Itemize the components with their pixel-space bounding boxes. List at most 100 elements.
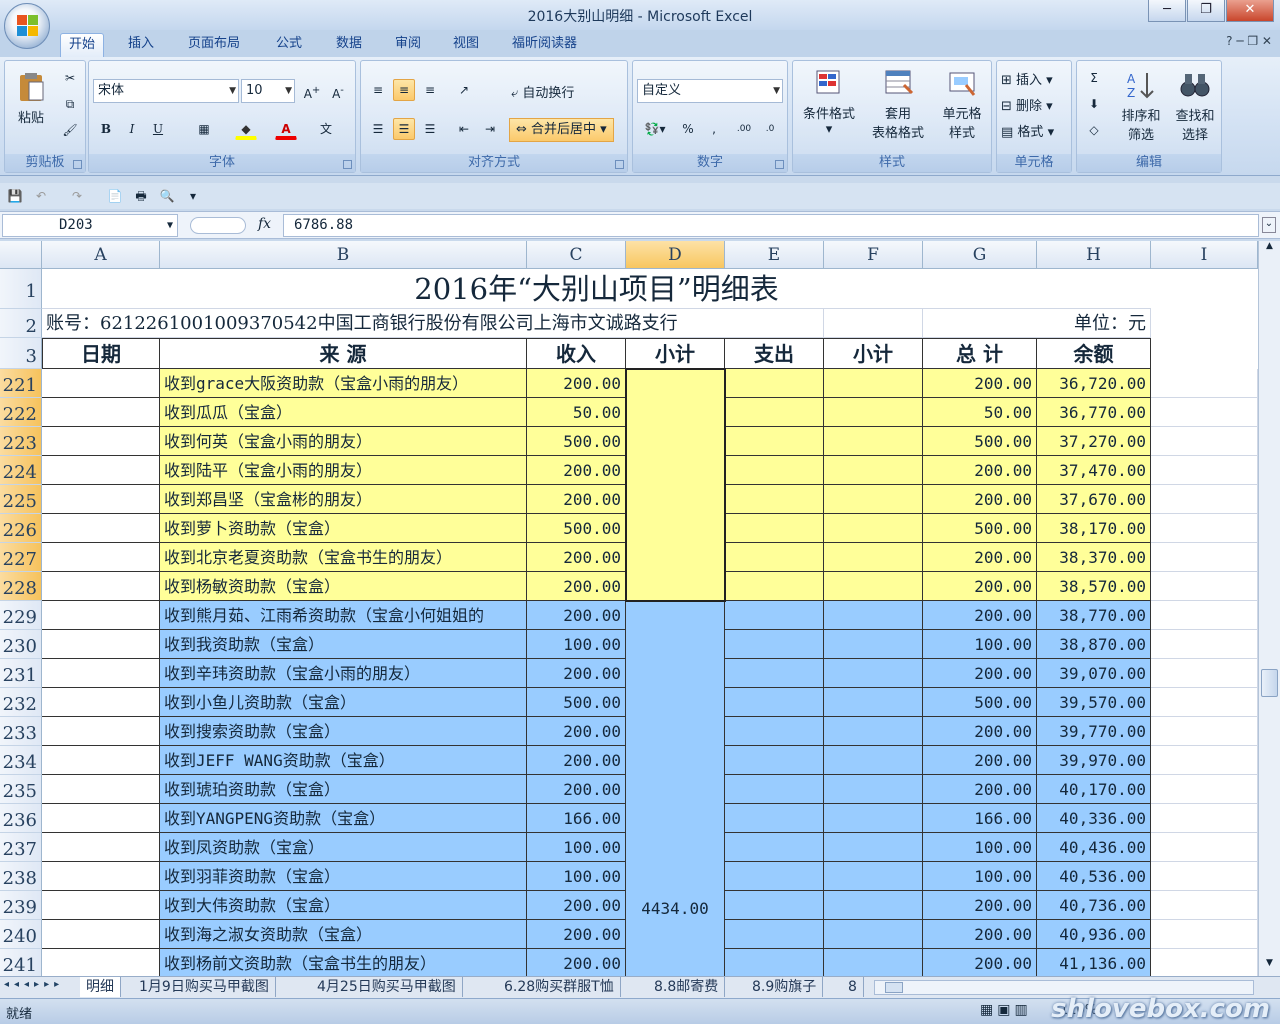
bold-button[interactable]: B <box>95 118 117 140</box>
total-cell[interactable]: 200.00 <box>923 601 1037 630</box>
total-cell[interactable]: 200.00 <box>923 369 1037 398</box>
expense-cell[interactable] <box>725 369 824 398</box>
total-cell[interactable]: 100.00 <box>923 630 1037 659</box>
empty-cell[interactable] <box>1151 601 1258 630</box>
expense-cell[interactable] <box>725 746 824 775</box>
balance-cell[interactable]: 37,670.00 <box>1037 485 1151 514</box>
date-cell[interactable] <box>42 398 160 427</box>
empty-cell[interactable] <box>1151 485 1258 514</box>
table-header-1[interactable]: 日期 <box>42 338 160 369</box>
row-header[interactable]: 232 <box>0 688 42 717</box>
date-cell[interactable] <box>42 717 160 746</box>
balance-cell[interactable]: 38,870.00 <box>1037 630 1151 659</box>
empty-cell[interactable] <box>1151 427 1258 456</box>
row-header[interactable]: 222 <box>0 398 42 427</box>
border-icon[interactable]: ▦ <box>193 118 215 140</box>
income-cell[interactable]: 200.00 <box>527 485 626 514</box>
empty-cell[interactable] <box>1151 572 1258 601</box>
fill-icon[interactable]: ⬇ <box>1083 93 1105 115</box>
expense-subtotal-cell[interactable] <box>824 746 923 775</box>
empty-cell[interactable] <box>1151 456 1258 485</box>
currency-icon[interactable]: 💱▾ <box>639 118 671 140</box>
income-cell[interactable]: 500.00 <box>527 427 626 456</box>
sheet-tab[interactable]: 4月25日购买马甲截图 <box>311 977 463 997</box>
expense-subtotal-cell[interactable] <box>824 659 923 688</box>
wrap-text-button[interactable]: ⤶ 自动换行 <box>511 82 574 101</box>
total-cell[interactable]: 166.00 <box>923 804 1037 833</box>
expense-subtotal-cell[interactable] <box>824 804 923 833</box>
worksheet-grid[interactable]: ABCDEFGHI 1 2 3 2016年“大别山项目”明细表 账号：621226100… <box>0 241 1258 976</box>
source-cell[interactable]: 收到北京老夏资助款（宝盒书生的朋友） <box>160 543 527 572</box>
sheet-title[interactable]: 2016年“大别山项目”明细表 <box>42 269 1151 309</box>
source-cell[interactable]: 收到瓜瓜（宝盒） <box>160 398 527 427</box>
balance-cell[interactable]: 37,270.00 <box>1037 427 1151 456</box>
grow-font-icon[interactable]: A+ <box>301 80 323 102</box>
insert-function-icon[interactable]: fx <box>258 216 271 232</box>
delete-cells-button[interactable]: ⊟ 删除 ▾ <box>1001 95 1053 114</box>
sheet-tab[interactable]: 8.8邮寄费 <box>648 977 726 997</box>
expense-cell[interactable] <box>725 688 824 717</box>
unit-label[interactable]: 单位：元 <box>923 309 1151 338</box>
total-cell[interactable]: 100.00 <box>923 862 1037 891</box>
income-cell[interactable]: 200.00 <box>527 543 626 572</box>
balance-cell[interactable]: 40,170.00 <box>1037 775 1151 804</box>
column-header-e[interactable]: E <box>725 241 824 269</box>
total-cell[interactable]: 500.00 <box>923 427 1037 456</box>
number-launcher-icon[interactable] <box>775 160 784 169</box>
table-header-6[interactable]: 小计 <box>824 338 923 369</box>
row-header-2[interactable]: 2 <box>0 309 42 338</box>
total-cell[interactable]: 200.00 <box>923 891 1037 920</box>
expense-cell[interactable] <box>725 804 824 833</box>
merge-center-button[interactable]: ⇔ 合并后居中 ▾ <box>509 118 614 142</box>
expense-cell[interactable] <box>725 833 824 862</box>
empty-cell[interactable] <box>824 309 923 338</box>
source-cell[interactable]: 收到YANGPENG资助款（宝盒） <box>160 804 527 833</box>
expense-cell[interactable] <box>725 427 824 456</box>
source-cell[interactable]: 收到羽菲资助款（宝盒） <box>160 862 527 891</box>
date-cell[interactable] <box>42 369 160 398</box>
income-cell[interactable]: 200.00 <box>527 659 626 688</box>
expense-subtotal-cell[interactable] <box>824 601 923 630</box>
total-cell[interactable]: 200.00 <box>923 572 1037 601</box>
number-format-select[interactable]: 自定义 ▼ <box>637 79 783 103</box>
income-cell[interactable]: 200.00 <box>527 601 626 630</box>
tab-home[interactable]: 开始 <box>60 33 105 57</box>
maximize-button[interactable]: ❐ <box>1187 0 1225 22</box>
tab-formulas[interactable]: 公式 <box>268 33 310 57</box>
date-cell[interactable] <box>42 514 160 543</box>
font-launcher-icon[interactable] <box>343 160 352 169</box>
sort-filter-button[interactable]: AZ 排序和 筛选 <box>1115 69 1167 143</box>
office-button[interactable] <box>4 3 50 49</box>
column-header-g[interactable]: G <box>923 241 1037 269</box>
income-cell[interactable]: 200.00 <box>527 920 626 949</box>
income-cell[interactable]: 200.00 <box>527 746 626 775</box>
empty-cell[interactable] <box>1151 949 1258 976</box>
clear-icon[interactable]: ◇ <box>1083 119 1105 141</box>
source-cell[interactable]: 收到我资助款（宝盒） <box>160 630 527 659</box>
source-cell[interactable]: 收到grace大阪资助款（宝盒小雨的朋友） <box>160 369 527 398</box>
empty-cell[interactable] <box>1151 688 1258 717</box>
total-cell[interactable]: 200.00 <box>923 485 1037 514</box>
font-color-icon[interactable]: A <box>275 118 297 140</box>
close-button[interactable]: ✕ <box>1226 0 1274 22</box>
total-cell[interactable]: 200.00 <box>923 456 1037 485</box>
table-header-4[interactable]: 小计 <box>626 338 725 369</box>
balance-cell[interactable]: 39,570.00 <box>1037 688 1151 717</box>
income-cell[interactable]: 200.00 <box>527 775 626 804</box>
expense-cell[interactable] <box>725 862 824 891</box>
expense-cell[interactable] <box>725 601 824 630</box>
format-as-table-button[interactable]: 套用 表格格式 <box>863 67 933 141</box>
row-header[interactable]: 229 <box>0 601 42 630</box>
date-cell[interactable] <box>42 543 160 572</box>
date-cell[interactable] <box>42 949 160 976</box>
expense-cell[interactable] <box>725 949 824 976</box>
percent-button[interactable]: % <box>677 118 699 140</box>
date-cell[interactable] <box>42 746 160 775</box>
name-box[interactable]: D203 ▼ <box>2 214 178 237</box>
row-header[interactable]: 239 <box>0 891 42 920</box>
row-header[interactable]: 231 <box>0 659 42 688</box>
phonetic-icon[interactable]: 文 <box>315 118 337 140</box>
comma-button[interactable]: , <box>703 118 725 140</box>
view-buttons-icon[interactable]: ▦▣▥ <box>980 1002 1032 1018</box>
column-header-c[interactable]: C <box>527 241 626 269</box>
